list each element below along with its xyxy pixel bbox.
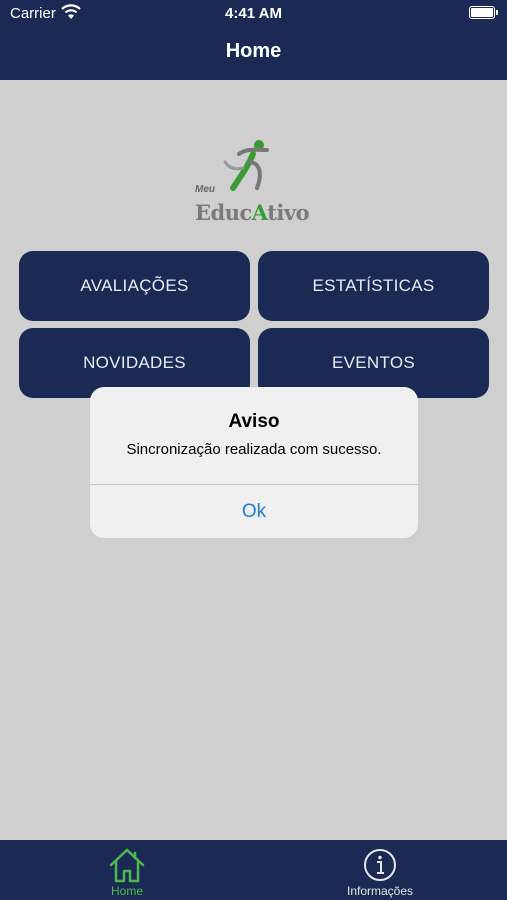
runner-icon (223, 140, 269, 191)
tab-informacoes-label: Informações (346, 884, 414, 898)
alert-message: Sincronização realizada com sucesso. (126, 441, 382, 458)
battery-icon (469, 6, 498, 19)
info-icon (364, 849, 396, 881)
status-bar: Carrier 4:41 AM (0, 0, 507, 28)
alert-title: Aviso (228, 411, 280, 432)
ok-button[interactable]: Ok (90, 485, 418, 538)
page-title: Home (225, 40, 282, 62)
status-time: 4:41 AM (225, 5, 282, 22)
tab-bar: Home Informações (0, 840, 507, 900)
logo-wordmark: EducAtivo (195, 200, 310, 225)
alert-dialog: Aviso Sincronização realizada com sucess… (90, 387, 418, 538)
tab-informacoes[interactable]: Informações (300, 840, 460, 900)
avaliacoes-button[interactable]: AVALIAÇÕES (19, 251, 250, 321)
navigation-bar: Carrier 4:41 AM Home (0, 0, 507, 80)
tab-home[interactable]: Home (47, 840, 207, 900)
logo-small-text: Meu (195, 184, 215, 195)
home-icon (109, 848, 145, 883)
app-logo: Meu EducAtivo (193, 138, 317, 230)
tab-home-label: Home (110, 884, 143, 898)
estatisticas-button[interactable]: ESTATÍSTICAS (258, 251, 489, 321)
